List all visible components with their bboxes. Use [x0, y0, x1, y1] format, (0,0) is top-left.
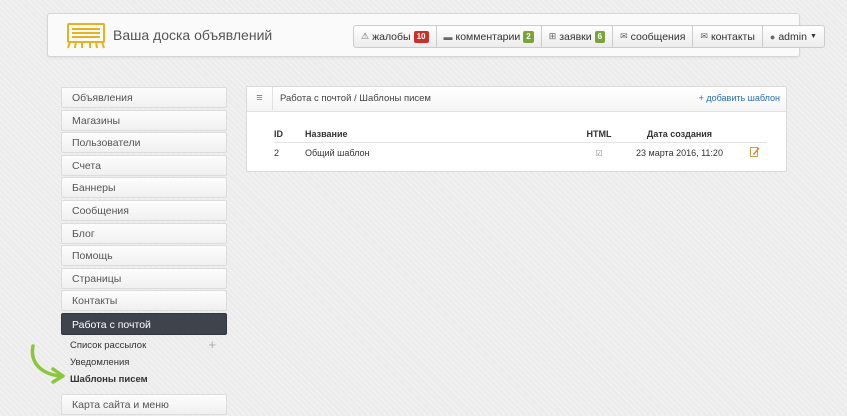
complaints-badge: 10: [413, 30, 429, 43]
sidebar-item-listings[interactable]: Объявления: [61, 87, 227, 108]
user-icon: ●: [769, 31, 776, 42]
chevron-down-icon: ▼: [809, 33, 817, 40]
header-bar: Ваша доска объявлений ⚠ жалобы 10 ▬ комм…: [47, 13, 825, 57]
nav-requests-label: заявки: [559, 30, 592, 43]
cell-html: ☑: [581, 143, 617, 163]
green-arrow-icon: [30, 344, 65, 384]
sidebar-item-pages[interactable]: Страницы: [61, 267, 227, 289]
table-header-row: ID Название HTML Дата создания: [274, 125, 767, 143]
warning-icon: ⚠: [361, 31, 370, 41]
mail-icon: ✉: [700, 31, 708, 41]
site-title[interactable]: Ваша доска объявлений: [113, 27, 272, 43]
table-row: 2 Общий шаблон ☑ 23 марта 2016, 11:20: [274, 143, 767, 163]
panel-header: ≡ Работа с почтой / Шаблоны писем + доба…: [247, 87, 786, 112]
nav-complaints[interactable]: ⚠ жалобы 10: [354, 26, 436, 47]
sidebar-item-help[interactable]: Помощь: [61, 245, 227, 267]
nav-contacts-label: контакты: [710, 30, 755, 43]
sidebar-item-invoices[interactable]: Счета: [61, 154, 227, 176]
nav-comments[interactable]: ▬ комментарии 2: [435, 26, 541, 47]
subitem-mailing-lists-label: Список рассылок: [70, 339, 147, 351]
sidebar-item-shops[interactable]: Магазины: [61, 109, 227, 131]
cell-date: 23 марта 2016, 11:20: [636, 147, 723, 158]
plus-icon[interactable]: +: [208, 337, 216, 353]
nav-user-label: admin: [778, 30, 807, 43]
sidebar-item-contacts[interactable]: Контакты: [61, 290, 227, 312]
list-icon: ≡: [247, 87, 273, 110]
subitem-mail-templates[interactable]: Шаблоны писем: [61, 371, 227, 388]
add-template-link[interactable]: + добавить шаблон: [699, 93, 780, 103]
comments-badge: 2: [523, 30, 534, 43]
panel-title: Работа с почтой / Шаблоны писем: [280, 93, 431, 104]
col-html: HTML: [581, 125, 617, 143]
checkmark-icon: ☑: [595, 148, 603, 158]
sidebar-item-sitemap[interactable]: Карта сайта и меню: [61, 393, 227, 415]
templates-table: ID Название HTML Дата создания 2 Общий ш…: [274, 125, 767, 162]
sidebar-item-blog[interactable]: Блог: [61, 222, 227, 244]
sidebar-item-banners[interactable]: Баннеры: [61, 177, 227, 199]
nav-contacts[interactable]: ✉ контакты: [692, 26, 762, 47]
nav-messages-label: сообщения: [630, 30, 686, 43]
col-date: Дата создания: [617, 125, 742, 143]
sidebar-item-mail[interactable]: Работа с почтой: [61, 312, 227, 335]
nav-user-menu[interactable]: ● admin ▼: [761, 26, 824, 47]
nav-requests[interactable]: ⊞ заявки 6: [540, 26, 612, 47]
cell-actions: [742, 143, 767, 163]
subitem-notifications[interactable]: Уведомления: [61, 354, 227, 371]
edit-icon[interactable]: [749, 146, 760, 157]
nav-comments-label: комментарии: [455, 30, 521, 43]
subitem-mailing-lists[interactable]: Список рассылок +: [61, 337, 227, 354]
cart-icon: ⊞: [548, 31, 557, 41]
templates-panel: ≡ Работа с почтой / Шаблоны писем + доба…: [246, 86, 787, 172]
col-name: Название: [305, 125, 581, 143]
mail-icon: ✉: [620, 31, 628, 41]
col-actions: [742, 125, 767, 143]
cell-id: 2: [274, 147, 280, 158]
sidebar-item-messages[interactable]: Сообщения: [61, 199, 227, 221]
sidebar-item-users[interactable]: Пользователи: [61, 132, 227, 154]
billboard-icon[interactable]: [66, 23, 106, 49]
sidebar: Объявления Магазины Пользователи Счета Б…: [61, 87, 227, 416]
requests-badge: 6: [594, 30, 606, 43]
col-id: ID: [274, 125, 305, 143]
nav-messages[interactable]: ✉ сообщения: [612, 26, 692, 47]
nav-complaints-label: жалобы: [372, 30, 411, 43]
cell-name[interactable]: Общий шаблон: [305, 143, 581, 163]
comment-icon: ▬: [443, 31, 453, 42]
top-nav: ⚠ жалобы 10 ▬ комментарии 2 ⊞ заявки 6 ✉…: [353, 25, 825, 48]
